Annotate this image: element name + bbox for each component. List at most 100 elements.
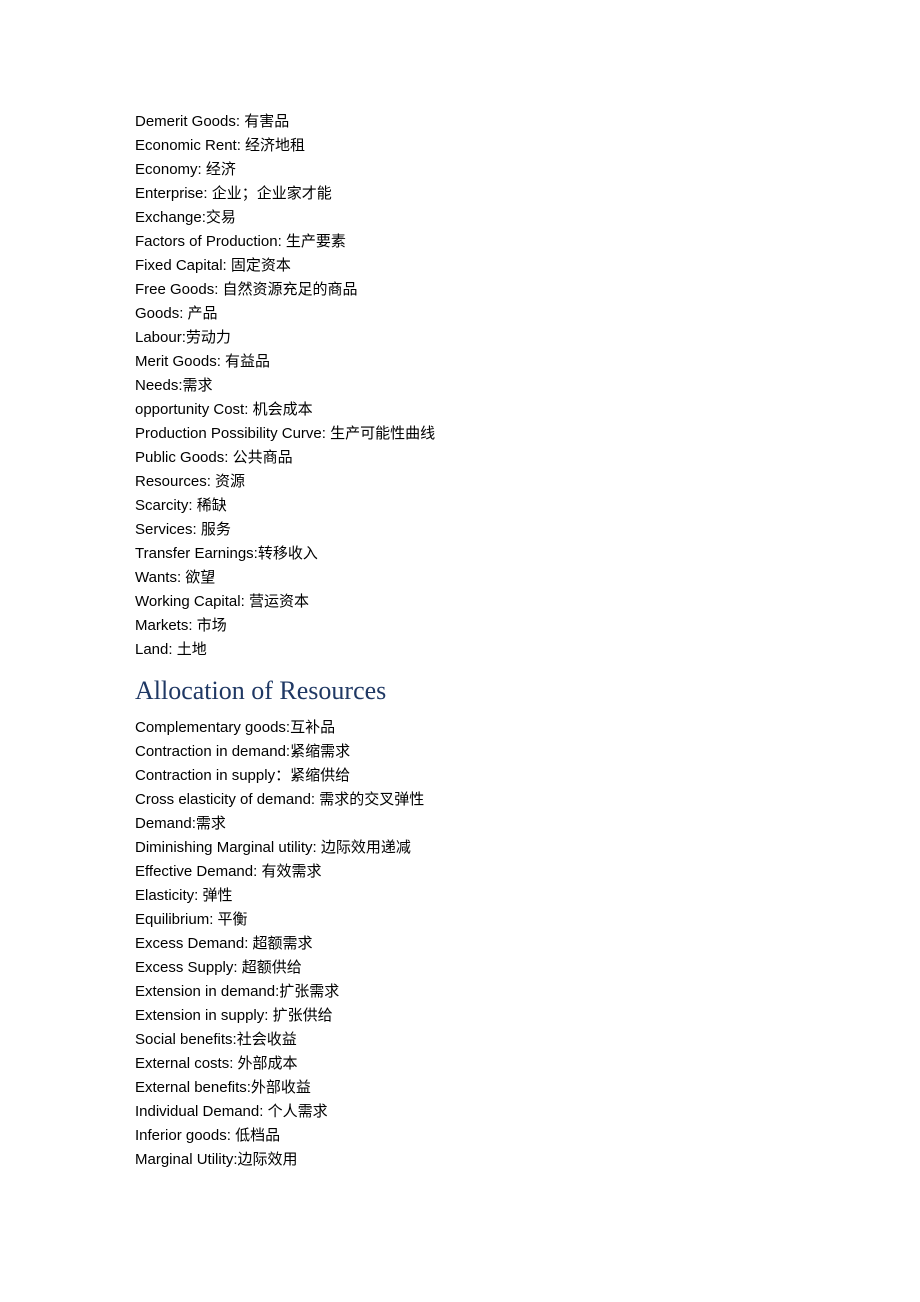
term-english: Social benefits: — [135, 1031, 237, 1048]
term-chinese: 外部收益 — [251, 1080, 311, 1096]
term-english: opportunity Cost: — [135, 401, 253, 418]
term-chinese: 需求 — [183, 378, 213, 394]
term-chinese: 超额需求 — [253, 936, 313, 952]
term-english: Marginal Utility: — [135, 1151, 238, 1168]
glossary-term: Inferior goods: 低档品 — [135, 1124, 785, 1148]
glossary-term: Public Goods: 公共商品 — [135, 446, 785, 470]
term-chinese: 生产可能性曲线 — [330, 426, 435, 442]
term-english: Services: — [135, 521, 201, 538]
glossary-term: Effective Demand: 有效需求 — [135, 860, 785, 884]
glossary-term: Contraction in supply：紧缩供给 — [135, 764, 785, 788]
term-chinese: 紧缩需求 — [290, 744, 350, 760]
term-chinese: 紧缩供给 — [290, 768, 350, 784]
glossary-term: Free Goods: 自然资源充足的商品 — [135, 278, 785, 302]
term-chinese: 生产要素 — [286, 234, 346, 250]
term-chinese: 欲望 — [185, 570, 215, 586]
term-english: Free Goods: — [135, 281, 223, 298]
term-english: Complementary goods: — [135, 719, 290, 736]
term-english: External costs: — [135, 1055, 238, 1072]
term-english: External benefits: — [135, 1079, 251, 1096]
term-english: Extension in demand: — [135, 983, 279, 1000]
glossary-term: Production Possibility Curve: 生产可能性曲线 — [135, 422, 785, 446]
glossary-term: Social benefits:社会收益 — [135, 1028, 785, 1052]
term-english: Diminishing Marginal utility: — [135, 839, 321, 856]
term-chinese: 外部成本 — [238, 1056, 298, 1072]
glossary-term: Equilibrium: 平衡 — [135, 908, 785, 932]
glossary-term: Extension in demand:扩张需求 — [135, 980, 785, 1004]
term-chinese: 经济地租 — [245, 138, 305, 154]
term-english: Working Capital: — [135, 593, 249, 610]
term-chinese: 资源 — [215, 474, 245, 490]
glossary-term: Cross elasticity of demand: 需求的交叉弹性 — [135, 788, 785, 812]
term-chinese: 公共商品 — [233, 450, 293, 466]
term-chinese: 扩张需求 — [279, 984, 339, 1000]
glossary-term: Fixed Capital: 固定资本 — [135, 254, 785, 278]
term-chinese: 弹性 — [203, 888, 233, 904]
glossary-term: Excess Demand: 超额需求 — [135, 932, 785, 956]
term-english: Individual Demand: — [135, 1103, 268, 1120]
glossary-term: Extension in supply: 扩张供给 — [135, 1004, 785, 1028]
glossary-term: Resources: 资源 — [135, 470, 785, 494]
term-english: Land: — [135, 641, 177, 658]
term-chinese: 低档品 — [235, 1128, 280, 1144]
term-chinese: 企业；企业家才能 — [212, 186, 332, 202]
glossary-term: Land: 土地 — [135, 638, 785, 662]
term-chinese: 边际效用递减 — [321, 840, 411, 856]
term-chinese: 社会收益 — [237, 1032, 297, 1048]
term-chinese: 有害品 — [244, 114, 289, 130]
glossary-term: Merit Goods: 有益品 — [135, 350, 785, 374]
term-chinese: 有效需求 — [261, 864, 321, 880]
term-english: Factors of Production: — [135, 233, 286, 250]
glossary-term: opportunity Cost: 机会成本 — [135, 398, 785, 422]
term-chinese: 边际效用 — [238, 1152, 298, 1168]
glossary-term: Scarcity: 稀缺 — [135, 494, 785, 518]
term-chinese: 超额供给 — [242, 960, 302, 976]
glossary-term: Services: 服务 — [135, 518, 785, 542]
term-english: Resources: — [135, 473, 215, 490]
term-english: Goods: — [135, 305, 188, 322]
term-english: Scarcity: — [135, 497, 197, 514]
term-chinese: 互补品 — [290, 720, 335, 736]
term-english: Fixed Capital: — [135, 257, 231, 274]
term-chinese: 土地 — [177, 642, 207, 658]
term-english: Excess Demand: — [135, 935, 253, 952]
term-english: Effective Demand: — [135, 863, 261, 880]
glossary-term: External benefits:外部收益 — [135, 1076, 785, 1100]
term-english: Cross elasticity of demand: — [135, 791, 319, 808]
term-english: Exchange: — [135, 209, 206, 226]
glossary-term: Excess Supply: 超额供给 — [135, 956, 785, 980]
term-chinese: 需求的交叉弹性 — [319, 792, 424, 808]
term-chinese: 需求 — [196, 816, 226, 832]
glossary-term: Demerit Goods: 有害品 — [135, 110, 785, 134]
term-english: Excess Supply: — [135, 959, 242, 976]
term-chinese: 平衡 — [218, 912, 248, 928]
term-chinese: 产品 — [188, 306, 218, 322]
glossary-term: Contraction in demand:紧缩需求 — [135, 740, 785, 764]
glossary-term: Marginal Utility:边际效用 — [135, 1148, 785, 1172]
term-chinese: 扩张供给 — [273, 1008, 333, 1024]
document-page: Demerit Goods: 有害品Economic Rent: 经济地租 Eco… — [0, 0, 920, 1232]
term-english: Merit Goods: — [135, 353, 225, 370]
term-english: Elasticity: — [135, 887, 203, 904]
term-chinese: 固定资本 — [231, 258, 291, 274]
term-english: Economy: — [135, 161, 206, 178]
term-english: Contraction in demand: — [135, 743, 290, 760]
term-english: Markets: — [135, 617, 197, 634]
glossary-term: Markets: 市场 — [135, 614, 785, 638]
glossary-term: Elasticity: 弹性 — [135, 884, 785, 908]
glossary-term: Economic Rent: 经济地租 — [135, 134, 785, 158]
glossary-term: Exchange:交易 — [135, 206, 785, 230]
term-english: Equilibrium: — [135, 911, 218, 928]
glossary-term: Diminishing Marginal utility: 边际效用递减 — [135, 836, 785, 860]
glossary-term: Enterprise: 企业；企业家才能 — [135, 182, 785, 206]
term-chinese: 交易 — [206, 210, 236, 226]
section-heading: Allocation of Resources — [135, 676, 785, 706]
glossary-term: Needs:需求 — [135, 374, 785, 398]
term-chinese: 市场 — [197, 618, 227, 634]
term-english: Demand: — [135, 815, 196, 832]
term-chinese: 自然资源充足的商品 — [223, 282, 358, 298]
term-english: Needs: — [135, 377, 183, 394]
glossary-term: Transfer Earnings:转移收入 — [135, 542, 785, 566]
term-chinese: 机会成本 — [253, 402, 313, 418]
glossary-term: Demand:需求 — [135, 812, 785, 836]
